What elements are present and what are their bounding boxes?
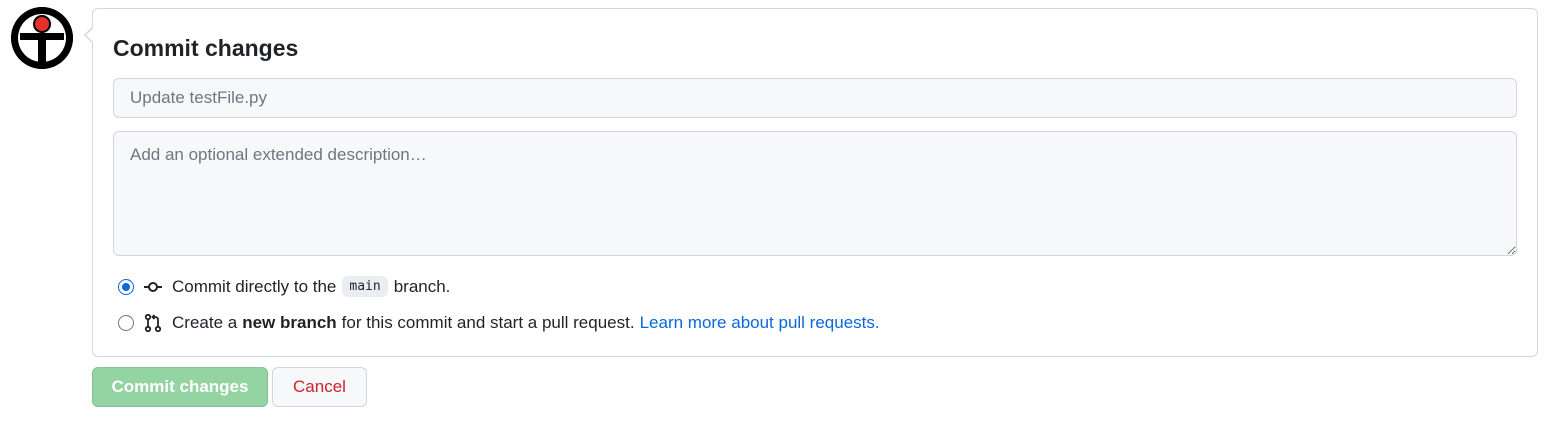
git-commit-icon [144,281,162,292]
learn-more-pull-requests-link[interactable]: Learn more about pull requests. [640,313,880,333]
commit-summary-input[interactable] [113,78,1517,118]
git-pull-request-icon [144,313,162,333]
branch-name-code: main [342,276,388,297]
new-branch-bold: new branch [242,313,337,332]
new-branch-option[interactable]: Create a new branch for this commit and … [118,313,880,333]
commit-description-textarea[interactable] [113,131,1517,256]
commit-direct-prefix: Commit directly to the [172,276,337,296]
commit-form-title: Commit changes [113,35,299,61]
commit-form: Commit changes Commit directly to the ma… [84,8,1538,357]
commit-direct-option[interactable]: Commit directly to the main branch. [118,276,450,297]
new-branch-suffix: for this commit and start a pull request… [341,313,635,332]
commit-changes-button[interactable]: Commit changes [92,367,268,407]
cancel-button[interactable]: Cancel [272,367,367,407]
new-branch-radio[interactable] [118,315,134,331]
avatar[interactable] [11,7,73,69]
new-branch-prefix: Create a [172,313,238,332]
user-avatar-icon [11,7,73,69]
commit-direct-suffix: branch. [393,276,451,296]
commit-direct-radio[interactable] [118,278,134,295]
